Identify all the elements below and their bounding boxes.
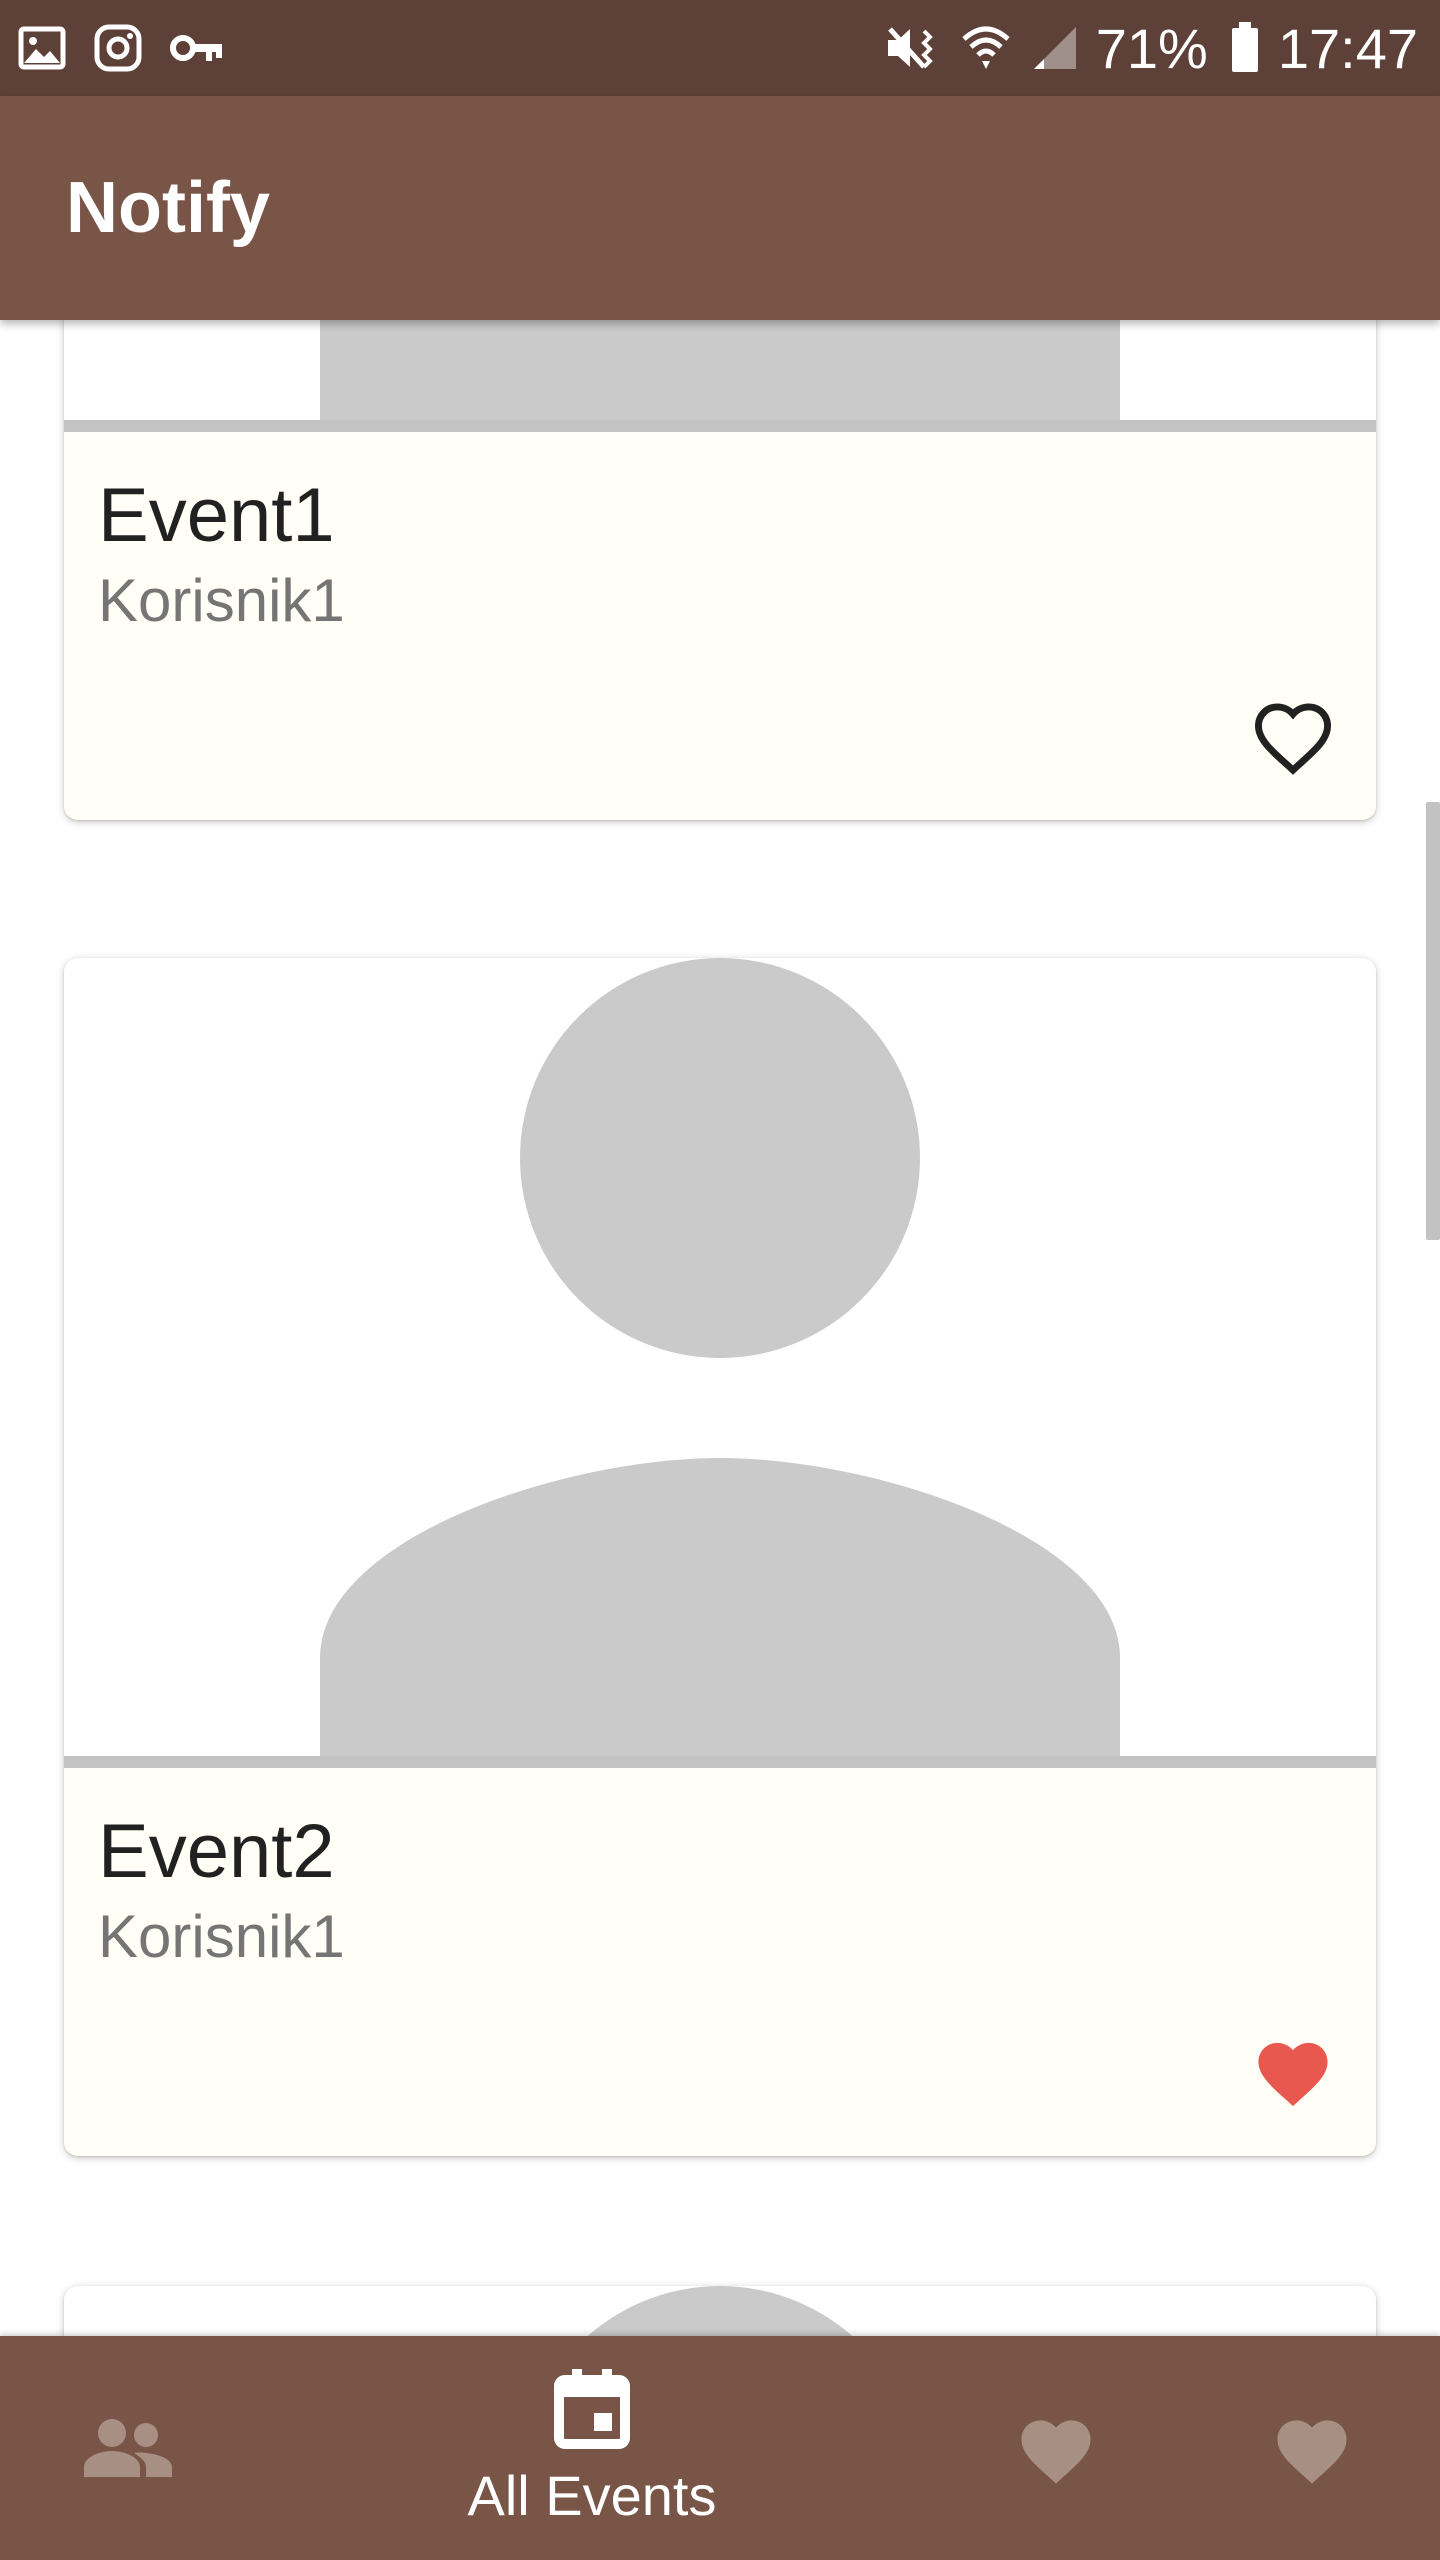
heart-outline-icon [1254, 703, 1332, 775]
favorite-button[interactable] [1248, 2032, 1338, 2116]
nav-item-my-favorites[interactable] [1184, 2336, 1440, 2560]
bottom-navigation: All Events [0, 2336, 1440, 2560]
event-card[interactable]: Event1 Korisnik1 [64, 320, 1376, 820]
scrollbar[interactable] [1426, 802, 1440, 1240]
screen: 71% 17:47 Notify Event1 Korisnik1 Event2… [0, 0, 1440, 2560]
nav-item-all-events[interactable]: All Events [256, 2336, 928, 2560]
event-card[interactable] [64, 2286, 1376, 2336]
wifi-icon [962, 23, 1010, 73]
event-title: Event1 [98, 473, 335, 558]
card-divider [64, 1756, 1376, 1768]
app-bar: Notify [0, 96, 1440, 320]
favorite-button[interactable] [1248, 696, 1338, 780]
event-author: Korisnik1 [98, 567, 345, 634]
battery-icon [1230, 22, 1260, 74]
event-list[interactable]: Event1 Korisnik1 Event2 Korisnik1 [0, 320, 1440, 2336]
card-divider [64, 420, 1376, 432]
nav-item-users[interactable] [0, 2336, 256, 2560]
event-title: Event2 [98, 1809, 335, 1894]
calendar-icon [554, 2368, 630, 2449]
signal-icon [1032, 25, 1078, 71]
heart-filled-icon [1258, 2042, 1328, 2107]
battery-percent: 71% [1095, 16, 1208, 80]
card-body: Event2 Korisnik1 [64, 1768, 1376, 2156]
clock: 17:47 [1277, 16, 1418, 80]
vibrate-mute-icon [884, 23, 940, 73]
event-image-placeholder [64, 958, 1376, 1756]
people-icon [84, 2419, 172, 2477]
image-icon [18, 26, 66, 70]
nav-label-all-events: All Events [467, 2463, 717, 2527]
key-icon [170, 31, 224, 65]
nav-item-favorites[interactable] [928, 2336, 1184, 2560]
event-image-placeholder [64, 2286, 1376, 2336]
status-bar: 71% 17:47 [0, 0, 1440, 96]
event-image-placeholder [64, 320, 1376, 420]
app-title: Notify [66, 168, 270, 248]
instagram-icon [94, 24, 142, 72]
card-body: Event1 Korisnik1 [64, 432, 1376, 820]
heart-icon [1277, 2420, 1347, 2484]
event-author: Korisnik1 [98, 1903, 345, 1970]
event-card[interactable]: Event2 Korisnik1 [64, 958, 1376, 2156]
heart-icon [1021, 2420, 1091, 2484]
person-placeholder-icon [320, 958, 1120, 1756]
